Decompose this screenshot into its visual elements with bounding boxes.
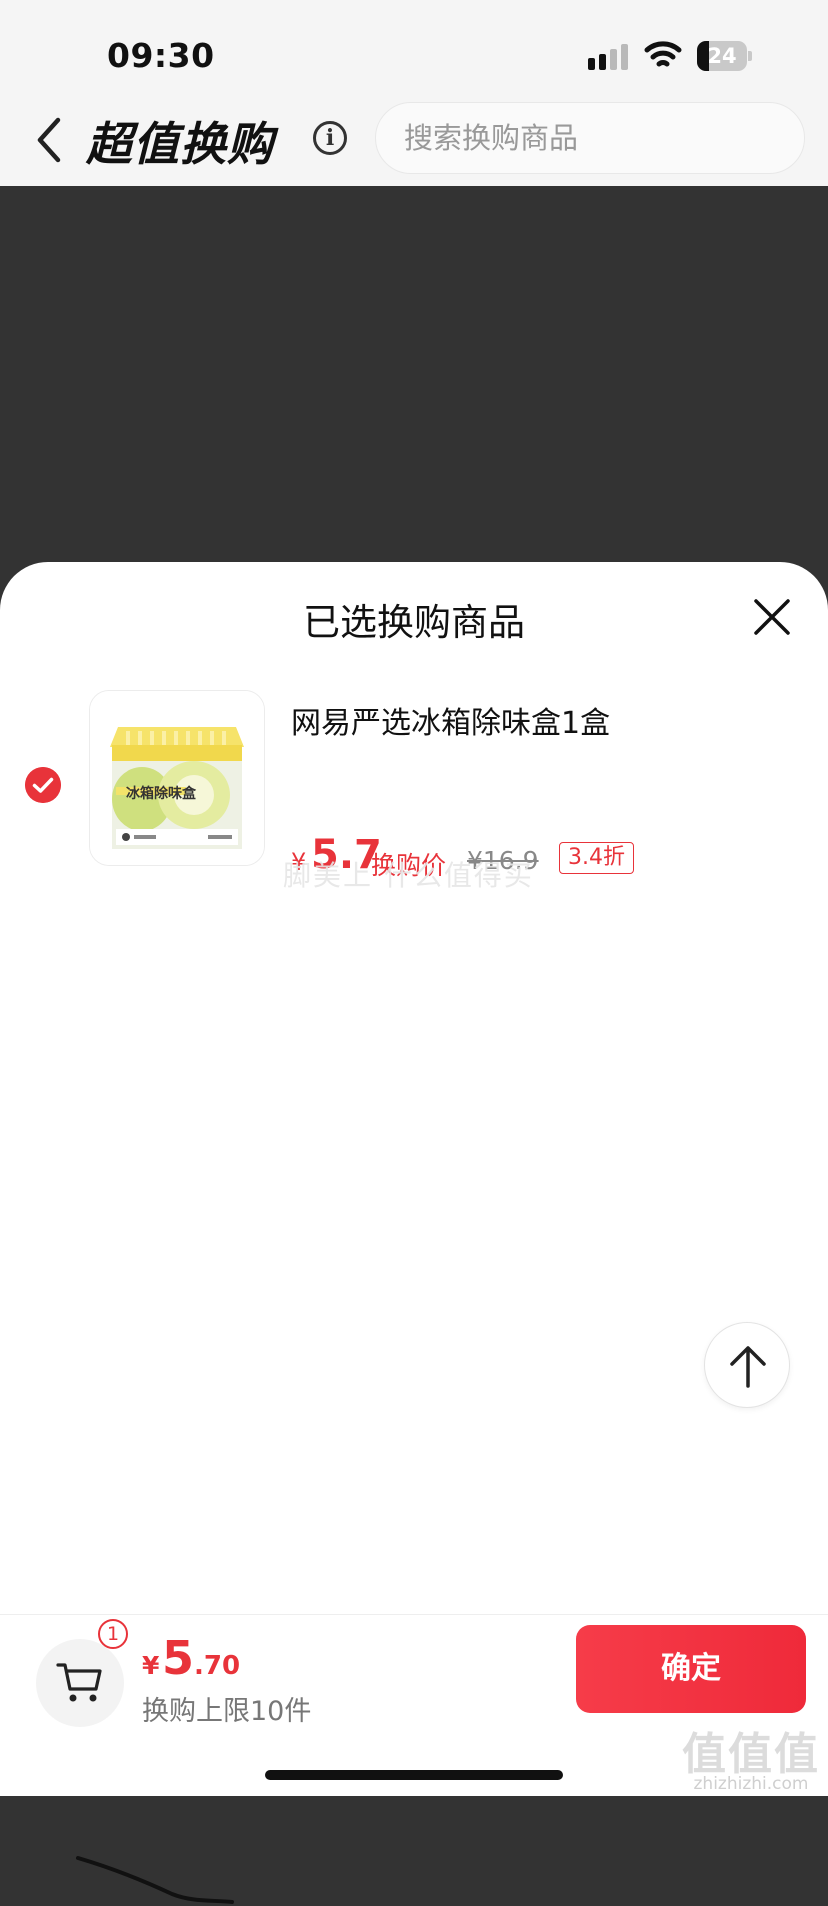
corner-watermark-text: zhizhizhi.com bbox=[693, 1774, 809, 1794]
selected-items-sheet: 已选换购商品 冰箱除味盒 网易严选冰箱除味盒1盒 ¥ 5.7 换购价 ¥16.9… bbox=[0, 562, 828, 1904]
check-circle-icon[interactable] bbox=[25, 767, 61, 803]
scribble-mark bbox=[76, 1856, 234, 1904]
battery-icon: 24 bbox=[697, 41, 753, 71]
exchange-limit-text: 换购上限10件 bbox=[142, 1696, 312, 1727]
close-icon[interactable] bbox=[752, 597, 792, 637]
info-icon[interactable]: i bbox=[313, 121, 347, 155]
status-time: 09:30 bbox=[107, 36, 215, 75]
corner-logo-mark: 值值值 bbox=[682, 1729, 820, 1780]
wifi-icon bbox=[644, 41, 682, 67]
home-indicator[interactable] bbox=[265, 1770, 563, 1780]
cart-count-badge: 1 bbox=[98, 1619, 128, 1649]
product-thumbnail[interactable]: 冰箱除味盒 bbox=[89, 690, 265, 866]
chevron-left-icon[interactable] bbox=[30, 112, 70, 168]
thumbnail-label: 冰箱除味盒 bbox=[126, 786, 196, 802]
sheet-title: 已选换购商品 bbox=[303, 601, 525, 644]
cart-button[interactable] bbox=[36, 1639, 124, 1727]
watermark: 脚美上 什么值得买 bbox=[283, 859, 534, 892]
page-title: 超值换购 bbox=[86, 117, 274, 171]
total-currency: ¥ bbox=[142, 1651, 160, 1680]
corner-watermark-logo: 值值值 zhizhizhi.com bbox=[678, 1716, 824, 1794]
battery-level: 24 bbox=[707, 44, 737, 68]
total-price-integer: 5 bbox=[162, 1631, 195, 1685]
product-name[interactable]: 网易严选冰箱除味盒1盒 bbox=[291, 698, 610, 742]
total-price-decimal: .70 bbox=[194, 1651, 241, 1681]
shopping-cart-icon bbox=[56, 1663, 102, 1702]
search-placeholder: 搜索换购商品 bbox=[404, 121, 579, 155]
search-input[interactable]: 搜索换购商品 bbox=[375, 102, 805, 174]
top-bar: 09:30 24 超值换购 i 搜索换购商品 bbox=[0, 0, 828, 186]
arrow-up-icon bbox=[730, 1346, 766, 1388]
discount-badge: 3.4折 bbox=[559, 842, 634, 874]
confirm-button[interactable]: 确定 bbox=[576, 1625, 806, 1713]
cellular-signal-icon bbox=[588, 44, 628, 70]
scroll-to-top-button[interactable] bbox=[704, 1322, 790, 1408]
